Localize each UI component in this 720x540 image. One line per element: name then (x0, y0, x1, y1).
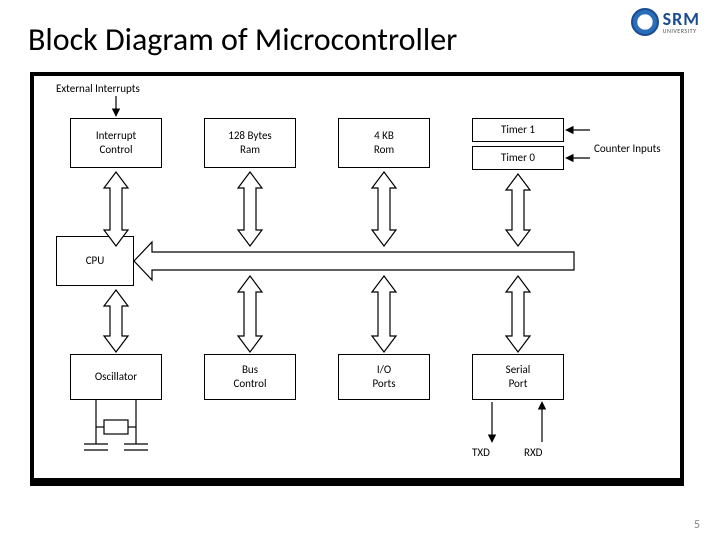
rxd-label: RXD (524, 446, 542, 459)
serial-port-block: Serial Port (472, 354, 564, 400)
timer0-block: Timer 0 (472, 146, 564, 170)
io-ports-block: I/O Ports (338, 354, 430, 400)
page-title: Block Diagram of Microcontroller (28, 20, 457, 59)
seal-icon (631, 8, 659, 36)
cpu-block: CPU (56, 236, 134, 286)
txd-label: TXD (472, 446, 490, 459)
diagram-canvas: External Interrupts Counter Inputs TXD R… (30, 72, 684, 482)
bus-control-block: Bus Control (204, 354, 296, 400)
brand-logo: SRM UNIVERSITY (631, 8, 700, 36)
logo-text: SRM (663, 10, 700, 28)
canvas-bottom-border (30, 478, 684, 486)
logo-subtext: UNIVERSITY (663, 28, 697, 34)
timer1-block: Timer 1 (472, 118, 564, 142)
interrupt-control-block: Interrupt Control (70, 118, 162, 168)
counter-inputs-label: Counter Inputs (594, 142, 661, 155)
external-interrupts-label: External Interrupts (56, 82, 140, 95)
ram-block: 128 Bytes Ram (204, 118, 296, 168)
rom-block: 4 KB Rom (338, 118, 430, 168)
oscillator-block: Oscillator (70, 354, 162, 400)
slide-number: 5 (694, 518, 700, 532)
